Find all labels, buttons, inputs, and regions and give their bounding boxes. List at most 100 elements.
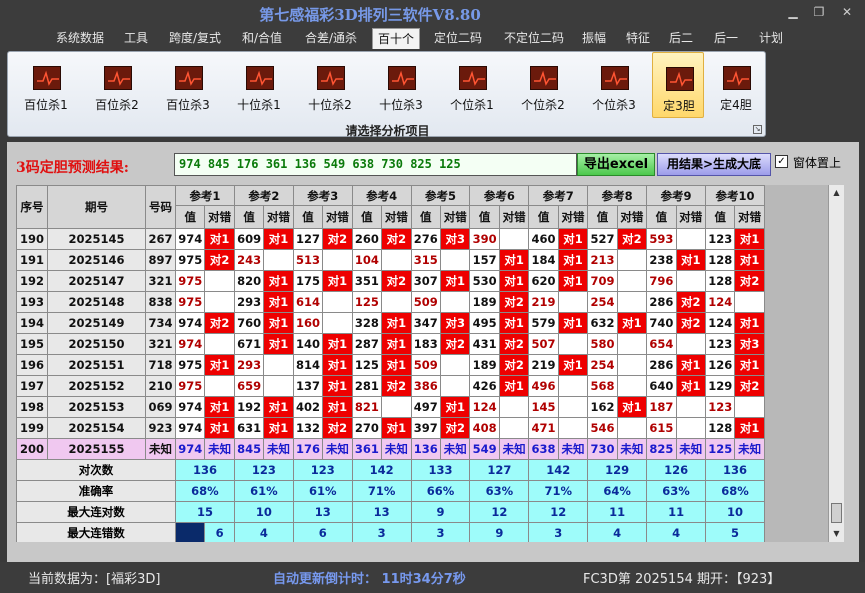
value-cell: 157 xyxy=(469,249,500,271)
result-cell xyxy=(204,333,235,355)
ribbon-button-10[interactable]: 定4胆 xyxy=(710,52,762,118)
scroll-down-icon[interactable]: ▼ xyxy=(829,526,844,542)
menu-item-5[interactable]: 百十个 xyxy=(372,28,420,49)
ribbon-button-6[interactable]: 个位杀1 xyxy=(446,52,498,118)
on-top-checkbox[interactable]: ✓ xyxy=(775,155,788,168)
menu-item-7[interactable]: 不定位二码 xyxy=(496,28,572,49)
result-cell: 对1 xyxy=(557,312,589,334)
ribbon-button-8[interactable]: 个位杀3 xyxy=(588,52,640,118)
scroll-thumb[interactable] xyxy=(831,503,842,523)
menu-bar: 系统数据 工具 跨度/复式 和/合值 合差/通杀 百十个 定位二码 不定位二码 振幅 特征 后二 后一… xyxy=(0,26,865,50)
chart-icon xyxy=(33,66,61,90)
menu-item-10[interactable]: 后二 xyxy=(662,28,700,49)
value-cell: 125 xyxy=(705,438,736,460)
result-cell xyxy=(322,249,353,271)
result-cell: 对2 xyxy=(616,228,648,250)
table-row[interactable]: 198 2025153 069 974 对1 192 对1 402 对1 821 497 对1 124 1… xyxy=(16,396,765,418)
table-row[interactable]: 195 2025150 321 974 671 对1 140 对1 287 对1 183 对2 431 对… xyxy=(16,333,765,355)
row-index: 199 xyxy=(16,417,48,439)
menu-item-4[interactable]: 合差/通杀 xyxy=(298,28,364,49)
table-row[interactable]: 190 2025145 267 974 对1 609 对1 127 对2 260 对2 276 对3 39… xyxy=(16,228,765,250)
chart-icon xyxy=(246,66,274,90)
table-row[interactable]: 193 2025148 838 975 293 对1 614 125 509 189 对2 219 25… xyxy=(16,291,765,313)
ribbon-button-4[interactable]: 十位杀2 xyxy=(304,52,356,118)
ribbon-button-1[interactable]: 百位杀2 xyxy=(91,52,143,118)
table-row[interactable]: 200 2025155 未知 974 未知 845 未知 176 未知 361 未知 136 未知 549… xyxy=(16,438,765,460)
stats-value: 3 xyxy=(528,522,589,542)
menu-item-0[interactable]: 系统数据 xyxy=(42,28,118,49)
status-bar: 当前数据为：[福彩3D] 自动更新倒计时： 11时34分7秒 FC3D第 202… xyxy=(0,562,865,593)
close-icon[interactable]: ✕ xyxy=(836,2,858,22)
result-cell: 对1 xyxy=(322,396,353,418)
ribbon-button-5[interactable]: 十位杀3 xyxy=(375,52,427,118)
latest-draw-status: FC3D第 2025154 期开：【923】 xyxy=(583,572,781,587)
ribbon-button-label: 个位杀2 xyxy=(521,98,565,112)
result-header: 对错 xyxy=(734,205,765,229)
result-cell xyxy=(439,249,471,271)
result-cell xyxy=(675,270,707,292)
menu-item-2[interactable]: 跨度/复式 xyxy=(162,28,228,49)
ribbon-launcher-icon[interactable]: ↘ xyxy=(753,125,762,134)
value-cell: 293 xyxy=(233,354,265,376)
ribbon-button-2[interactable]: 百位杀3 xyxy=(162,52,214,118)
result-cell: 未知 xyxy=(675,438,707,460)
stats-value: 68% xyxy=(705,480,765,502)
focused-cell[interactable] xyxy=(174,522,206,542)
result-cell: 对1 xyxy=(734,312,765,334)
menu-item-3[interactable]: 和/合值 xyxy=(234,28,290,49)
stats-value: 68% xyxy=(175,480,235,502)
table-scrollbar[interactable]: ▲ ▼ xyxy=(828,185,844,542)
result-cell xyxy=(263,249,294,271)
menu-item-11[interactable]: 后一 xyxy=(706,28,746,49)
table-row[interactable]: 194 2025149 734 974 对2 760 对1 160 328 对1 347 对3 495 对… xyxy=(16,312,765,334)
table-row[interactable]: 199 2025154 923 974 对1 631 对1 132 对2 270 对1 397 对2 40… xyxy=(16,417,765,439)
stats-value: 12 xyxy=(528,501,589,523)
menu-item-12[interactable]: 计划 xyxy=(752,28,790,49)
menu-item-6[interactable]: 定位二码 xyxy=(426,28,490,49)
result-cell: 对1 xyxy=(616,396,648,418)
period-cell: 2025151 xyxy=(47,354,146,376)
menu-item-8[interactable]: 振幅 xyxy=(576,28,612,49)
scroll-up-icon[interactable]: ▲ xyxy=(829,185,844,201)
table-row[interactable]: 192 2025147 321 975 820 对1 175 对1 351 对2 307 对1 530 对… xyxy=(16,270,765,292)
value-cell: 974 xyxy=(174,228,206,250)
result-cell: 对2 xyxy=(734,375,765,397)
menu-item-9[interactable]: 特征 xyxy=(618,28,658,49)
value-cell: 315 xyxy=(410,249,442,271)
result-cell: 未知 xyxy=(263,438,294,460)
stats-value: 6 xyxy=(292,522,353,542)
result-cell: 对1 xyxy=(322,270,353,292)
value-cell: 975 xyxy=(174,291,206,313)
stats-value: 63% xyxy=(646,480,707,502)
menu-item-1[interactable]: 工具 xyxy=(116,28,156,49)
value-cell: 638 xyxy=(528,438,559,460)
result-cell: 对2 xyxy=(498,333,530,355)
prediction-result-field[interactable]: 974 845 176 361 136 549 638 730 825 125 xyxy=(174,153,577,176)
minimize-icon[interactable]: ▁ xyxy=(782,2,804,22)
result-cell: 对2 xyxy=(381,228,412,250)
result-cell: 对1 xyxy=(263,270,294,292)
maximize-icon[interactable]: ❐ xyxy=(808,2,830,22)
table-row[interactable]: 196 2025151 718 975 对1 293 814 对1 125 对1 509 189 对2 2… xyxy=(16,354,765,376)
value-cell: 631 xyxy=(233,417,265,439)
ribbon-button-9[interactable]: 定3胆 xyxy=(652,52,704,118)
table-row[interactable]: 191 2025146 897 975 对2 243 513 104 315 157 对1 184 对1… xyxy=(16,249,765,271)
stats-row: 最大连错数 6 4 6 3 3 9 3 4 4 5 xyxy=(16,522,765,542)
value-cell: 397 xyxy=(410,417,442,439)
result-cell: 对1 xyxy=(675,375,707,397)
value-cell: 189 xyxy=(469,354,500,376)
value-header: 值 xyxy=(528,205,559,229)
table-row[interactable]: 197 2025152 210 975 659 137 对1 281 对2 386 426 对1 496… xyxy=(16,375,765,397)
stats-value: 142 xyxy=(351,459,412,481)
ribbon-button-3[interactable]: 十位杀1 xyxy=(233,52,285,118)
ribbon-button-0[interactable]: 百位杀1 xyxy=(20,52,72,118)
ribbon-button-7[interactable]: 个位杀2 xyxy=(517,52,569,118)
value-cell: 124 xyxy=(469,396,500,418)
stats-value: 129 xyxy=(587,459,648,481)
ribbon-button-label: 定4胆 xyxy=(720,98,752,112)
export-excel-button[interactable]: 导出excel xyxy=(577,153,655,176)
result-cell: 对2 xyxy=(675,291,707,313)
value-cell: 730 xyxy=(587,438,618,460)
result-cell: 对1 xyxy=(263,228,294,250)
generate-base-button[interactable]: 用结果>生成大底 xyxy=(657,153,771,176)
